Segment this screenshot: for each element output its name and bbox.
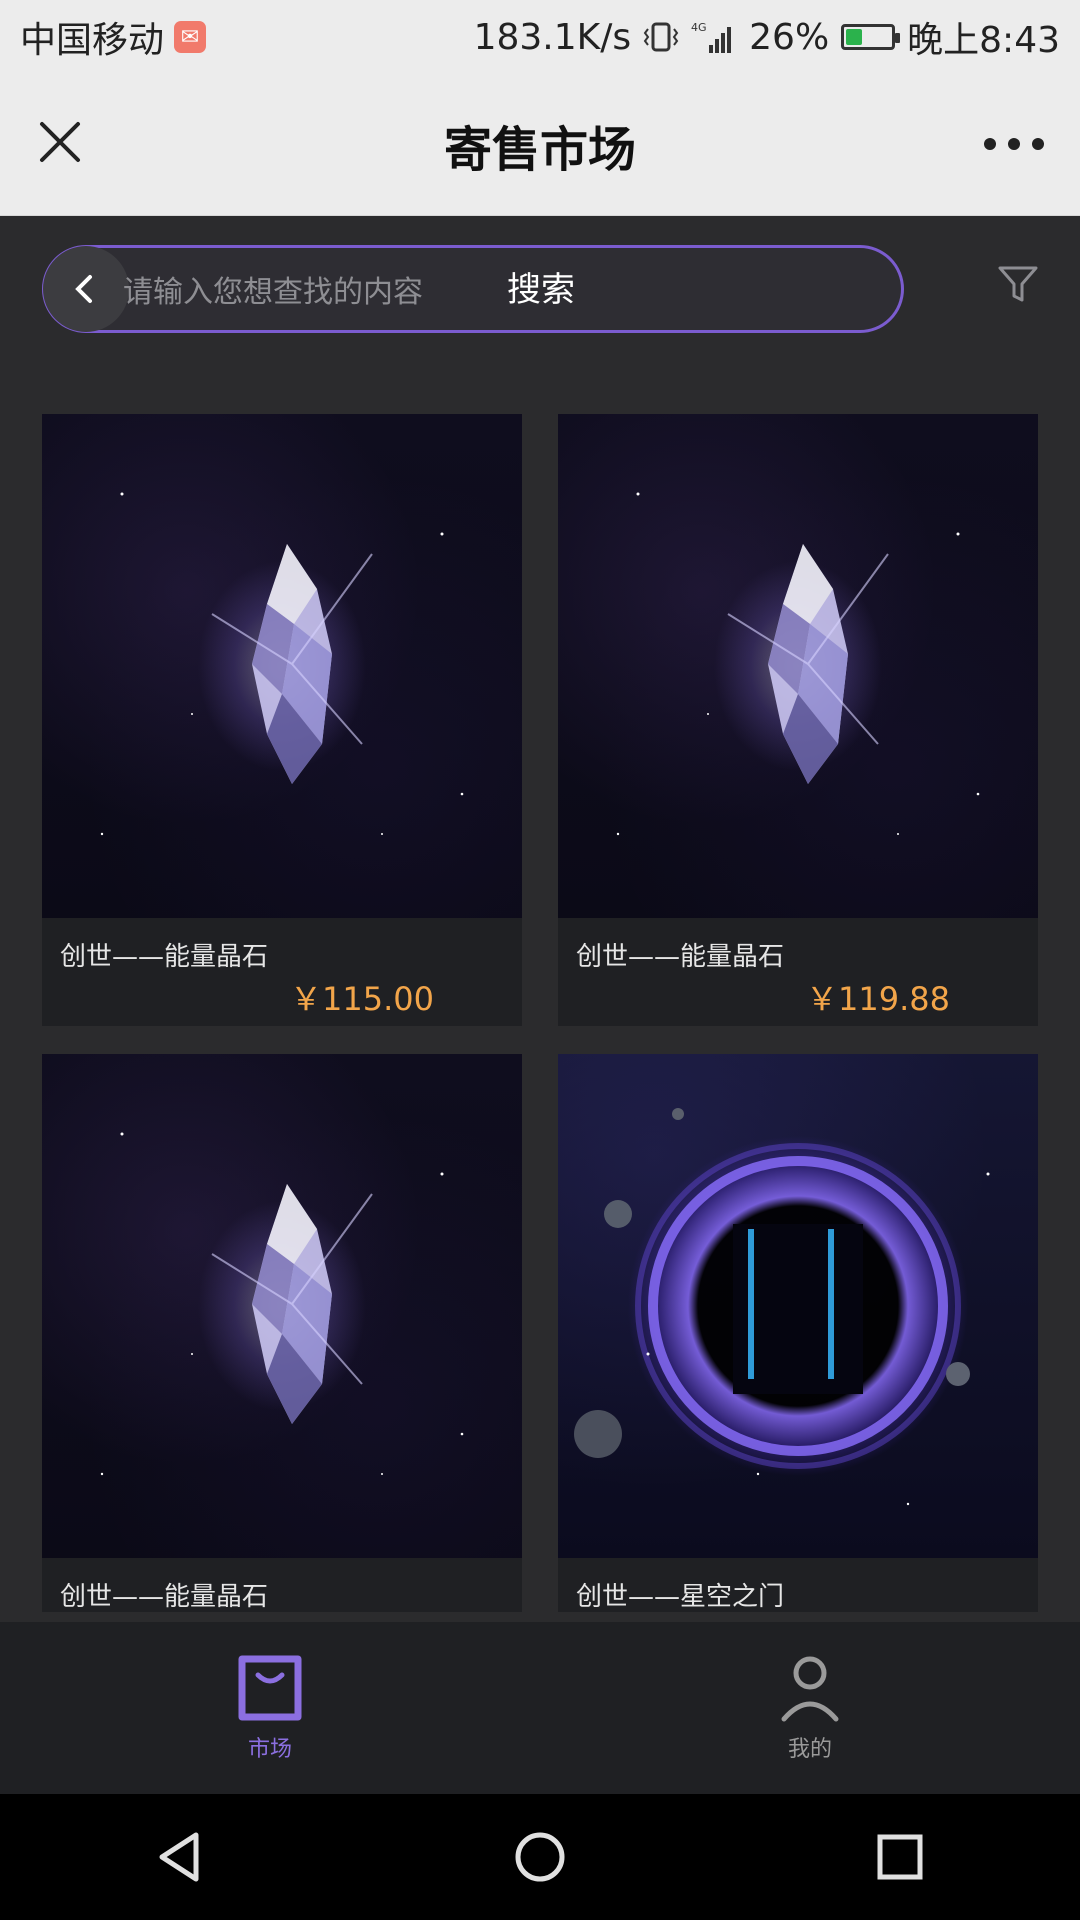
recents-square-icon[interactable] — [870, 1827, 930, 1887]
nav-label-mine: 我的 — [787, 1737, 832, 1762]
status-bar: 中国移动 ✉ 183.1K/s 4G 26% 晚上8:43 — [0, 0, 1080, 74]
page-title: 寄售市场 — [443, 121, 636, 178]
network-speed: 183.1K/s — [473, 16, 632, 58]
clock: 晚上8:43 — [907, 20, 1060, 61]
title-bar: 寄售市场 — [0, 74, 1080, 216]
battery-icon — [841, 24, 901, 50]
crystal-graphic — [100, 1132, 464, 1476]
product-card[interactable]: 创世——能量晶石 ￥119.88 — [558, 414, 1038, 1026]
product-name: 创世——星空之门 — [576, 1582, 785, 1612]
home-circle-icon[interactable] — [510, 1827, 570, 1887]
filter-icon[interactable] — [994, 260, 1042, 308]
product-image-portal — [558, 1054, 1038, 1558]
product-image-crystal — [558, 414, 1038, 918]
network-type: 4G — [691, 21, 707, 34]
product-name: 创世——能量晶石 — [60, 942, 269, 972]
close-icon[interactable] — [36, 118, 84, 166]
back-triangle-icon[interactable] — [150, 1827, 210, 1887]
more-options-icon[interactable] — [984, 126, 1044, 162]
crystal-graphic — [100, 492, 464, 836]
signal-4g-icon: 4G — [691, 21, 732, 53]
vibrate-icon — [643, 22, 679, 52]
product-card[interactable]: 创世——能量晶石 ￥115.00 — [42, 414, 522, 1026]
product-price: ￥119.88 — [806, 980, 950, 1018]
status-right: 183.1K/s 4G 26% 晚上8:43 — [474, 11, 1060, 63]
crystal-graphic — [616, 492, 980, 836]
product-name: 创世——能量晶石 — [60, 1582, 269, 1612]
product-image-crystal — [42, 1054, 522, 1558]
chevron-left-icon — [75, 275, 92, 303]
nav-item-mine[interactable]: 我的 — [710, 1653, 910, 1763]
shopping-bag-icon — [238, 1655, 302, 1721]
product-price: ￥115.00 — [290, 980, 434, 1018]
battery-percent: 26% — [749, 16, 830, 58]
product-image-crystal — [42, 414, 522, 918]
portal-graphic — [574, 1108, 990, 1506]
nav-item-market[interactable]: 市场 — [170, 1653, 370, 1763]
product-grid: 创世——能量晶石 ￥115.00 创世——能量晶石 ￥119.88 创世——能量… — [42, 414, 1038, 1612]
carrier-name: 中国移动 — [20, 20, 165, 61]
product-name: 创世——能量晶石 — [576, 942, 785, 972]
product-card[interactable]: 创世——能量晶石 — [42, 1054, 522, 1612]
bottom-nav: 市场 我的 — [0, 1622, 1080, 1794]
search-placeholder: 请输入您想查找的内容 — [123, 275, 423, 310]
status-left: 中国移动 ✉ — [20, 11, 207, 63]
search-area: 请输入您想查找的内容 搜索 — [0, 216, 1080, 366]
search-input[interactable]: 请输入您想查找的内容 搜索 — [42, 245, 904, 333]
back-button[interactable] — [43, 246, 129, 332]
nav-label-market: 市场 — [247, 1737, 292, 1762]
search-button[interactable]: 搜索 — [507, 262, 575, 311]
user-icon — [781, 1656, 839, 1722]
android-nav-bar — [0, 1794, 1080, 1920]
product-card[interactable]: 创世——星空之门 — [558, 1054, 1038, 1612]
notification-icon: ✉ — [174, 21, 207, 53]
